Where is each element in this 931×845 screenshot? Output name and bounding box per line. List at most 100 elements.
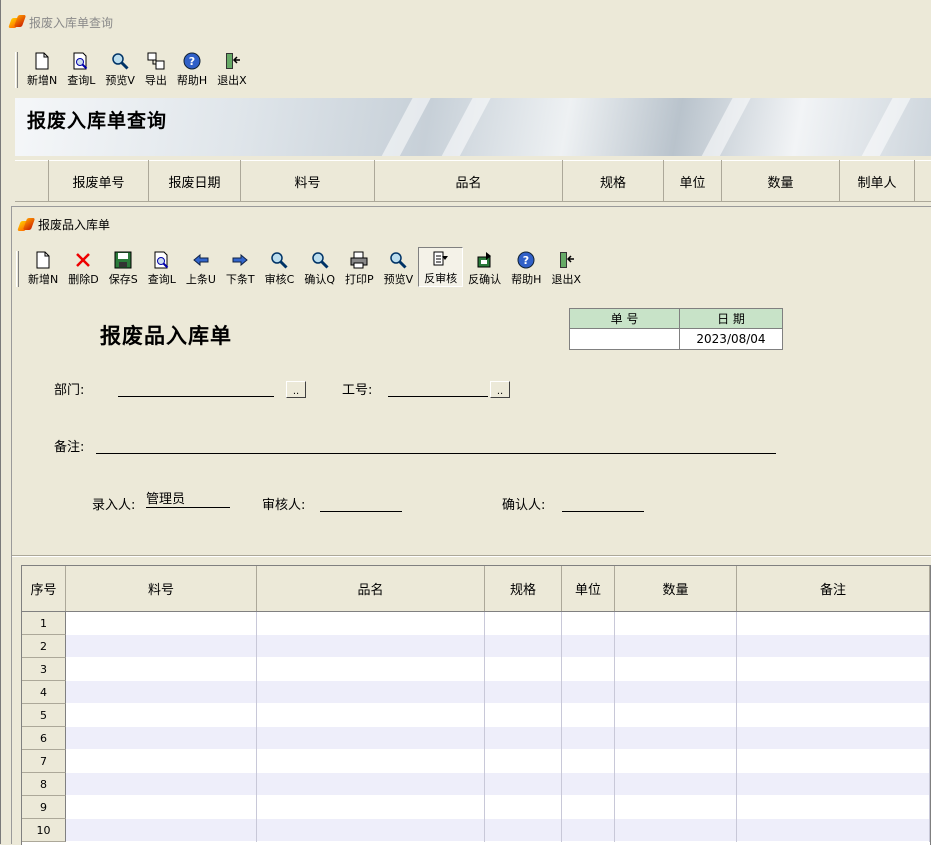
table-row[interactable]: 7	[22, 750, 930, 773]
grid-cell[interactable]	[737, 704, 930, 727]
grid-cell[interactable]	[562, 819, 615, 842]
grid-cell[interactable]	[615, 704, 737, 727]
grid-cell[interactable]	[615, 750, 737, 773]
grid-cell[interactable]	[485, 612, 562, 635]
grid-cell[interactable]	[66, 750, 257, 773]
grid-cell[interactable]	[485, 727, 562, 750]
main-new-button[interactable]: 新增N	[22, 48, 62, 88]
row-number[interactable]: 3	[22, 658, 66, 681]
grid-cell[interactable]	[615, 727, 737, 750]
child-new-button[interactable]: 新增N	[23, 247, 63, 287]
doc-date-value[interactable]: 2023/08/04	[680, 329, 782, 349]
confirmer-field[interactable]	[562, 496, 644, 512]
workno-lookup-button[interactable]: ..	[490, 381, 510, 398]
row-number[interactable]: 8	[22, 773, 66, 796]
grid-cell[interactable]	[737, 635, 930, 658]
grid-cell[interactable]	[615, 612, 737, 635]
dept-field[interactable]	[118, 381, 274, 397]
grid-cell[interactable]	[257, 750, 485, 773]
main-exit-button[interactable]: 退出X	[212, 48, 252, 88]
grid-cell[interactable]	[737, 612, 930, 635]
row-number[interactable]: 9	[22, 796, 66, 819]
grid-cell[interactable]	[485, 658, 562, 681]
grid-cell[interactable]	[66, 612, 257, 635]
child-help-button[interactable]: ? 帮助H	[506, 247, 546, 287]
grid-cell[interactable]	[257, 704, 485, 727]
grid-cell[interactable]	[485, 681, 562, 704]
remark-field[interactable]	[96, 438, 776, 454]
grid-cell[interactable]	[485, 819, 562, 842]
child-query-button[interactable]: 查询L	[143, 247, 181, 287]
grid-cell[interactable]	[66, 681, 257, 704]
col-remark[interactable]: 备注	[737, 566, 930, 611]
grid-cell[interactable]	[66, 704, 257, 727]
grid-cell[interactable]	[737, 773, 930, 796]
main-col-creator[interactable]: 制单人	[840, 160, 915, 202]
grid-cell[interactable]	[257, 727, 485, 750]
doc-number-value[interactable]	[570, 329, 680, 349]
child-unconfirm-button[interactable]: 反确认	[463, 247, 506, 287]
main-preview-button[interactable]: 预览V	[100, 48, 140, 88]
table-row[interactable]: 3	[22, 658, 930, 681]
grid-cell[interactable]	[257, 819, 485, 842]
grid-cell[interactable]	[562, 612, 615, 635]
grid-cell[interactable]	[485, 635, 562, 658]
grid-cell[interactable]	[257, 612, 485, 635]
grid-cell[interactable]	[615, 681, 737, 704]
child-exit-button[interactable]: 退出X	[546, 247, 586, 287]
col-name[interactable]: 品名	[257, 566, 485, 611]
grid-cell[interactable]	[737, 727, 930, 750]
grid-cell[interactable]	[485, 704, 562, 727]
col-unit[interactable]: 单位	[562, 566, 615, 611]
child-print-button[interactable]: 打印P	[340, 247, 379, 287]
grid-cell[interactable]	[257, 635, 485, 658]
grid-cell[interactable]	[562, 681, 615, 704]
grid-cell[interactable]	[615, 773, 737, 796]
grid-cell[interactable]	[615, 635, 737, 658]
grid-cell[interactable]	[257, 773, 485, 796]
grid-cell[interactable]	[485, 773, 562, 796]
row-number[interactable]: 10	[22, 819, 66, 842]
dept-lookup-button[interactable]: ..	[286, 381, 306, 398]
grid-cell[interactable]	[257, 681, 485, 704]
grid-cell[interactable]	[485, 796, 562, 819]
row-number[interactable]: 1	[22, 612, 66, 635]
grid-cell[interactable]	[737, 796, 930, 819]
grid-cell[interactable]	[257, 796, 485, 819]
child-prev-button[interactable]: 上条U	[181, 247, 221, 287]
table-row[interactable]: 10	[22, 819, 930, 842]
grid-cell[interactable]	[562, 750, 615, 773]
main-export-button[interactable]: 导出	[140, 48, 172, 88]
row-number[interactable]: 2	[22, 635, 66, 658]
grid-cell[interactable]	[737, 658, 930, 681]
child-preview-button[interactable]: 预览V	[379, 247, 419, 287]
main-col-name[interactable]: 品名	[375, 160, 563, 202]
main-query-button[interactable]: 查询L	[62, 48, 100, 88]
child-confirm-button[interactable]: 确认Q	[299, 247, 340, 287]
table-row[interactable]: 4	[22, 681, 930, 704]
grid-cell[interactable]	[737, 681, 930, 704]
child-unaudit-button[interactable]: 反审核	[418, 247, 464, 287]
main-col-part-no[interactable]: 料号	[241, 160, 375, 202]
grid-cell[interactable]	[66, 727, 257, 750]
grid-cell[interactable]	[562, 773, 615, 796]
grid-cell[interactable]	[485, 750, 562, 773]
main-col-spec[interactable]: 规格	[563, 160, 664, 202]
main-col-scrap-no[interactable]: 报废单号	[49, 160, 149, 202]
table-row[interactable]: 6	[22, 727, 930, 750]
table-row[interactable]: 9	[22, 796, 930, 819]
child-next-button[interactable]: 下条T	[221, 247, 260, 287]
grid-cell[interactable]	[562, 704, 615, 727]
col-part-no[interactable]: 料号	[66, 566, 257, 611]
grid-cell[interactable]	[66, 658, 257, 681]
workno-field[interactable]	[388, 381, 488, 397]
row-number[interactable]: 4	[22, 681, 66, 704]
row-number[interactable]: 7	[22, 750, 66, 773]
main-col-scrap-date[interactable]: 报废日期	[149, 160, 241, 202]
grid-cell[interactable]	[737, 750, 930, 773]
table-row[interactable]: 2	[22, 635, 930, 658]
row-number[interactable]: 6	[22, 727, 66, 750]
child-save-button[interactable]: 保存S	[104, 247, 143, 287]
grid-cell[interactable]	[66, 635, 257, 658]
grid-cell[interactable]	[615, 658, 737, 681]
